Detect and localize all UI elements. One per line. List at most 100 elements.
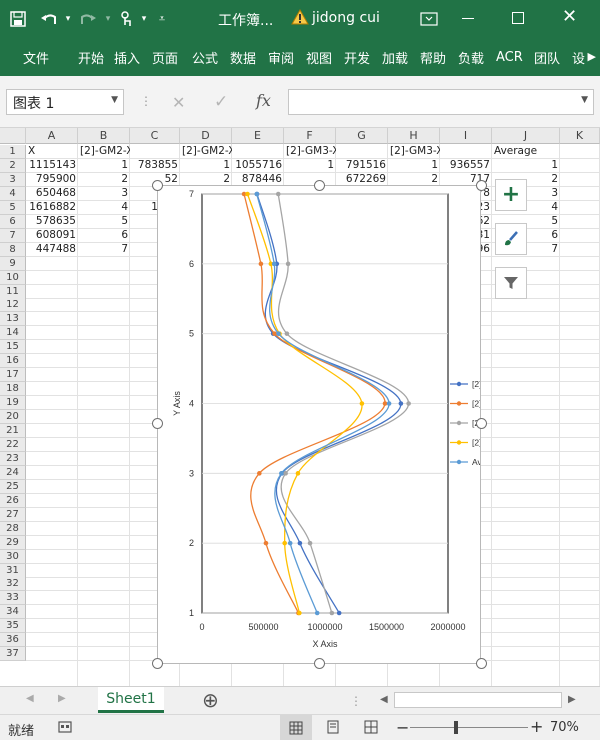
cell-G2[interactable]: 791516 [336,159,388,172]
cell-J2[interactable]: 1 [492,159,560,172]
row-header-5[interactable]: 5 [0,200,26,215]
row-header-13[interactable]: 13 [0,312,26,327]
row-header-19[interactable]: 19 [0,396,26,411]
tab-split-grip-icon[interactable]: ⋮ [350,694,362,708]
cell-D1[interactable]: [2]-GM2-X [180,145,232,158]
resize-handle-tr[interactable] [476,180,487,191]
column-header-D[interactable]: D [180,128,232,144]
formula-input[interactable]: ▼ [288,89,594,115]
row-header-21[interactable]: 21 [0,424,26,438]
cell-A5[interactable]: 1616882 [26,201,78,214]
close-button[interactable]: ✕ [562,6,577,27]
cell-D2[interactable]: 1 [180,159,232,172]
page-layout-view-icon[interactable] [326,720,340,738]
chart-filter-button[interactable] [495,267,527,299]
cell-F1[interactable]: [2]-GM3-X [284,145,336,158]
row-header-10[interactable]: 10 [0,270,26,285]
resize-handle-tl[interactable] [152,180,163,191]
row-header-28[interactable]: 28 [0,521,26,536]
resize-handle-l[interactable] [152,418,163,429]
row-header-22[interactable]: 22 [0,437,26,452]
minimize-button[interactable] [462,18,474,19]
row-header-6[interactable]: 6 [0,214,26,229]
column-header-H[interactable]: H [388,128,440,144]
cell-A8[interactable]: 447488 [26,243,78,256]
name-box[interactable]: 图表 1 ▼ [6,89,124,115]
cell-G3[interactable]: 672269 [336,173,388,186]
resize-handle-t[interactable] [314,180,325,191]
chevron-down-icon[interactable]: ▼ [111,95,118,105]
row-header-11[interactable]: 11 [0,284,26,299]
cell-A7[interactable]: 608091 [26,229,78,242]
undo-dropdown-icon[interactable]: ▾ [62,0,74,38]
tab-addins[interactable]: 加载 [376,38,414,76]
column-header-F[interactable]: F [284,128,336,144]
row-header-17[interactable]: 17 [0,368,26,383]
row-header-37[interactable]: 37 [0,647,26,662]
cell-B1[interactable]: [2]-GM2-X [78,145,130,158]
row-header-29[interactable]: 29 [0,535,26,550]
save-icon[interactable] [0,0,36,38]
tab-acrobat[interactable]: ACR [490,38,528,76]
row-header-26[interactable]: 26 [0,493,26,508]
cell-B6[interactable]: 5 [78,215,130,228]
sheet-tab-sheet1[interactable]: Sheet1 [98,687,164,713]
zoom-slider-thumb[interactable] [454,721,458,734]
cell-I2[interactable]: 936557 [440,159,492,172]
row-header-3[interactable]: 3 [0,172,26,187]
row-header-35[interactable]: 35 [0,619,26,634]
row-header-24[interactable]: 24 [0,465,26,480]
resize-handle-r[interactable] [476,418,487,429]
chart-styles-button[interactable] [495,223,527,255]
tab-home[interactable]: 开始 [72,38,108,76]
cell-B2[interactable]: 1 [78,159,130,172]
row-header-14[interactable]: 14 [0,326,26,341]
h-scroll-right-icon[interactable]: ▶ [568,694,576,705]
cell-E2[interactable]: 1055716 [232,159,284,172]
row-header-34[interactable]: 34 [0,605,26,620]
row-header-1[interactable]: 1 [0,145,26,159]
customize-qat-icon[interactable]: ⩡ [150,0,174,38]
row-header-7[interactable]: 7 [0,228,26,243]
row-header-18[interactable]: 18 [0,382,26,397]
tab-page-layout[interactable]: 页面 [146,38,186,76]
cell-C2[interactable]: 783855 [130,159,180,172]
cell-B5[interactable]: 4 [78,201,130,214]
ribbon-scroll-right-icon[interactable]: ▶ [588,50,596,63]
tab-insert[interactable]: 插入 [108,38,146,76]
row-header-16[interactable]: 16 [0,354,26,369]
row-header-15[interactable]: 15 [0,340,26,355]
tab-team[interactable]: 团队 [528,38,566,76]
cell-A4[interactable]: 650468 [26,187,78,200]
undo-icon[interactable] [36,0,62,38]
tab-data[interactable]: 数据 [224,38,262,76]
cancel-icon[interactable]: ✕ [172,93,185,112]
cell-A1[interactable]: X [26,145,78,158]
select-all-corner[interactable] [0,128,26,144]
row-header-2[interactable]: 2 [0,158,26,173]
row-header-33[interactable]: 33 [0,591,26,606]
resize-handle-bl[interactable] [152,658,163,669]
column-header-C[interactable]: C [130,128,180,144]
redo-icon[interactable] [74,0,102,38]
cell-A3[interactable]: 795900 [26,173,78,186]
ribbon-display-icon[interactable] [420,11,438,30]
column-header-J[interactable]: J [492,128,560,144]
redo-dropdown-icon[interactable]: ▾ [102,0,114,38]
warning-icon[interactable] [291,8,309,29]
zoom-in-button[interactable]: + [530,717,543,736]
cell-H1[interactable]: [2]-GM3-X [388,145,440,158]
row-header-12[interactable]: 12 [0,298,26,313]
tab-help[interactable]: 帮助 [414,38,452,76]
cell-B7[interactable]: 6 [78,229,130,242]
page-break-view-icon[interactable] [364,720,378,738]
column-header-G[interactable]: G [336,128,388,144]
row-header-27[interactable]: 27 [0,507,26,522]
cell-J1[interactable]: Average [492,145,560,158]
tab-file[interactable]: 文件 [0,38,72,76]
cell-B8[interactable]: 7 [78,243,130,256]
zoom-level[interactable]: 70% [550,720,579,735]
normal-view-icon[interactable] [280,715,312,740]
row-header-31[interactable]: 31 [0,563,26,578]
row-header-23[interactable]: 23 [0,451,26,466]
